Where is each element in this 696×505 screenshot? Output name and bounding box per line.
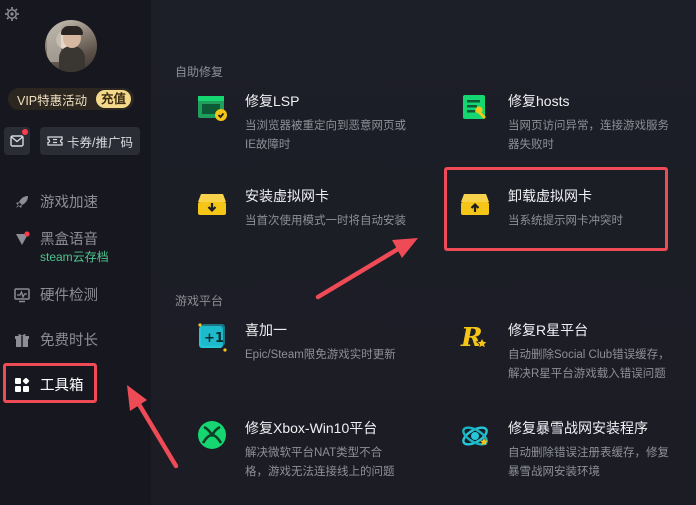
sidebar-item-hardware[interactable]: 硬件检测 <box>14 284 98 305</box>
sidebar-item-game-boost[interactable]: 游戏加速 <box>14 191 98 212</box>
tool-repair-hosts[interactable]: 修复hosts 当网页访问异常，连接游戏服务器失败时 <box>458 91 678 155</box>
tool-repair-xbox[interactable]: 修复Xbox-Win10平台 解决微软平台NAT类型不合格，游戏无法连接线上的问… <box>195 418 405 482</box>
browser-repair-icon <box>195 91 231 127</box>
recharge-button[interactable]: 充值 <box>95 90 131 108</box>
section-title-self-repair: 自助修复 <box>175 65 224 79</box>
tool-plus-one[interactable]: +1 喜加一 Epic/Steam限免游戏实时更新 <box>195 320 430 365</box>
ticket-icon <box>47 136 63 146</box>
tool-description: 自动删除Social Club错误缓存，解决R星平台游戏载入错误问题 <box>508 349 670 380</box>
voice-icon <box>14 230 30 247</box>
settings-icon[interactable] <box>4 6 20 22</box>
tool-repair-lsp[interactable]: 修复LSP 当浏览器被重定向到恶意网页或IE故障时 <box>195 91 413 155</box>
vip-promo-badge[interactable]: VIP特惠活动 充值 <box>8 88 134 110</box>
sidebar-item-label: 黑盒语音 <box>40 232 98 248</box>
section-title-game-platform: 游戏平台 <box>175 294 224 308</box>
tool-name: 喜加一 <box>245 322 287 338</box>
monitor-icon <box>14 287 30 303</box>
mail-icon <box>10 135 24 147</box>
toolbox-icon <box>14 377 30 393</box>
tool-name: 修复LSP <box>245 93 300 109</box>
battlenet-icon <box>458 418 494 454</box>
tool-repair-battlenet[interactable]: 修复暴雪战网安装程序 自动删除错误注册表缓存，修复暴雪战网安装环境 <box>458 418 680 482</box>
tool-description: 自动删除错误注册表缓存，修复暴雪战网安装环境 <box>508 447 669 478</box>
tool-name: 修复hosts <box>508 93 570 109</box>
vip-label: VIP特惠活动 <box>17 93 88 108</box>
sidebar-item-voice[interactable]: 黑盒语音 <box>14 228 98 249</box>
svg-text:R: R <box>460 323 483 353</box>
tool-name: 修复暴雪战网安装程序 <box>508 420 648 436</box>
sidebar: VIP特惠活动 充值 卡券/推广码 游戏加速 黑盒语音 steam云存档 硬件检… <box>0 0 151 505</box>
tool-name: 修复Xbox-Win10平台 <box>245 420 378 436</box>
rockstar-icon: R <box>458 320 494 356</box>
tool-name: 安装虚拟网卡 <box>245 188 329 204</box>
gift-icon <box>14 332 30 348</box>
tool-description: 当首次使用模式一时将自动安装 <box>245 215 406 227</box>
sidebar-item-label: 硬件检测 <box>40 288 98 304</box>
install-adapter-icon <box>195 186 231 222</box>
plus-one-icon: +1 <box>195 320 231 356</box>
tool-description: 当浏览器被重定向到恶意网页或IE故障时 <box>245 120 406 151</box>
coupon-button[interactable]: 卡券/推广码 <box>40 127 140 155</box>
notification-dot <box>22 129 28 135</box>
hosts-repair-icon <box>458 91 494 127</box>
mail-button[interactable] <box>4 127 30 155</box>
sidebar-item-free-time[interactable]: 免费时长 <box>14 329 98 350</box>
xbox-icon <box>195 418 231 454</box>
tool-description: Epic/Steam限免游戏实时更新 <box>245 349 396 361</box>
sidebar-item-label: 工具箱 <box>40 378 84 394</box>
sidebar-item-label: 免费时长 <box>40 333 98 349</box>
avatar[interactable] <box>45 20 97 72</box>
coupon-label: 卡券/推广码 <box>67 135 133 150</box>
tool-repair-rockstar[interactable]: R 修复R星平台 自动删除Social Club错误缓存，解决R星平台游戏载入错… <box>458 320 680 384</box>
rocket-icon <box>14 194 30 210</box>
tool-description: 当网页访问异常，连接游戏服务器失败时 <box>508 120 669 151</box>
tool-install-virtual-adapter[interactable]: 安装虚拟网卡 当首次使用模式一时将自动安装 <box>195 186 413 231</box>
svg-text:+1: +1 <box>204 331 224 346</box>
tool-description: 解决微软平台NAT类型不合格，游戏无法连接线上的问题 <box>245 447 395 478</box>
tool-name: 修复R星平台 <box>508 322 589 338</box>
highlight-box <box>444 167 668 251</box>
sidebar-item-toolbox[interactable]: 工具箱 <box>14 374 84 395</box>
sidebar-item-label: 游戏加速 <box>40 195 98 211</box>
sidebar-item-sublabel: steam云存档 <box>40 250 109 264</box>
